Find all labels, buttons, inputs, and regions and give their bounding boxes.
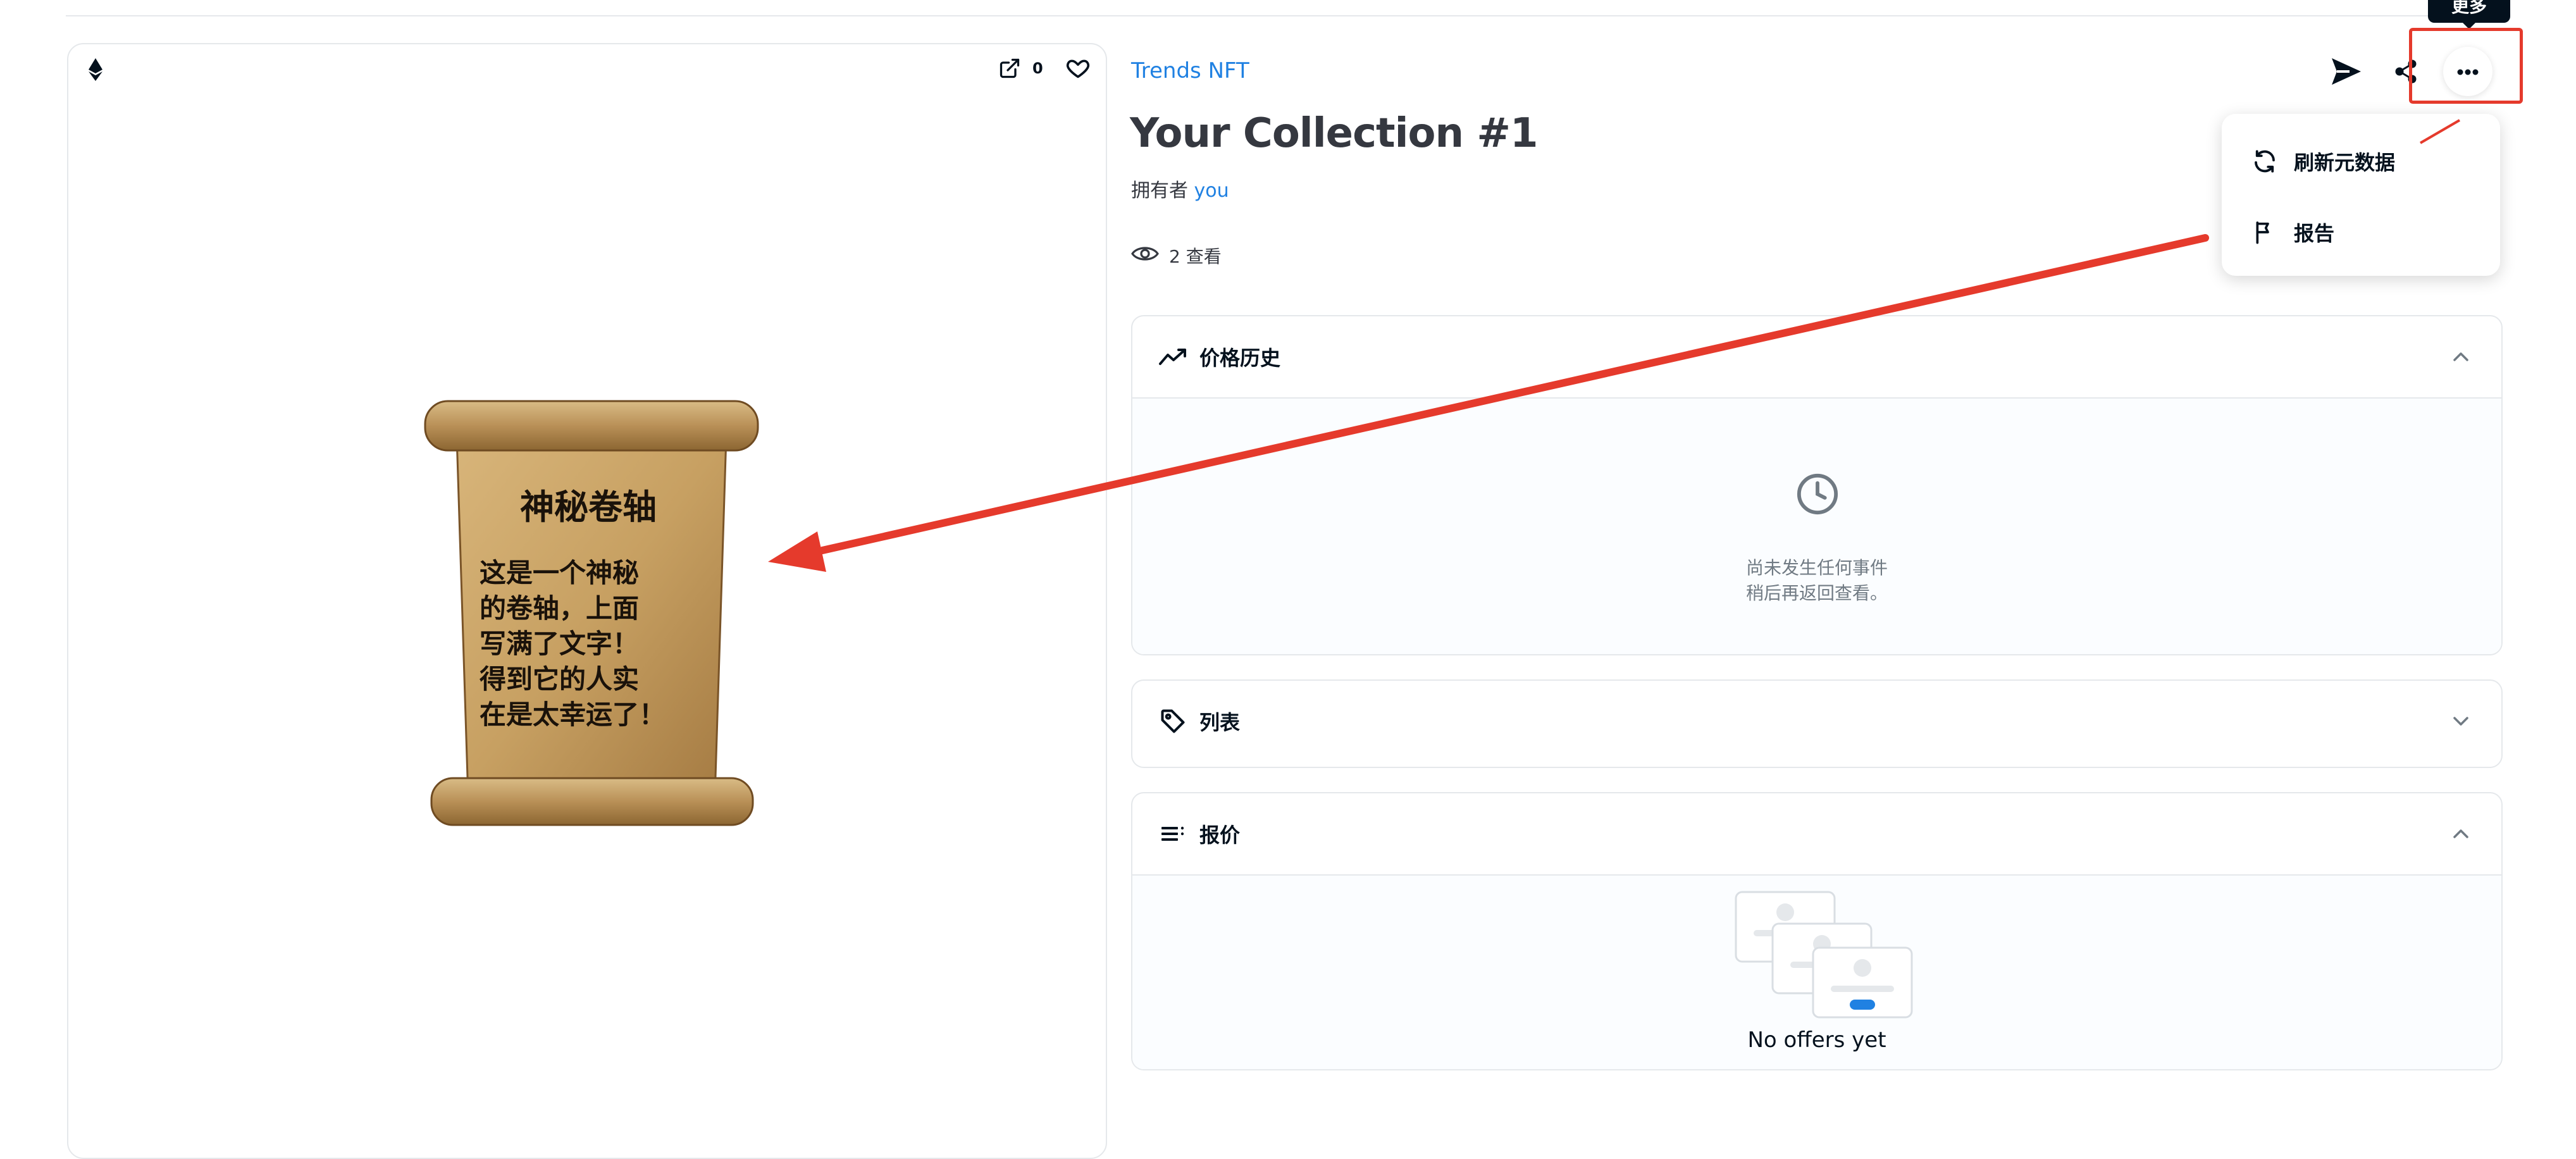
offers-label: 报价 <box>1199 823 1241 847</box>
top-divider <box>66 15 2510 16</box>
scroll-line: 写满了文字！ <box>480 628 639 659</box>
item-title: Your Collection #1 <box>1130 110 1538 157</box>
scroll-line: 在是太幸运了！ <box>480 699 666 730</box>
chevron-up-icon[interactable] <box>2448 821 2474 846</box>
send-icon[interactable] <box>2328 53 2365 90</box>
collection-link[interactable]: Trends NFT <box>1131 58 1249 84</box>
ethereum-icon <box>86 57 105 82</box>
views-label: 2 查看 <box>1169 246 1222 267</box>
owner-link[interactable]: you <box>1194 180 1229 202</box>
menu-item-refresh-metadata[interactable]: 刷新元数据 <box>2222 127 2500 196</box>
more-tooltip: 更多 <box>2428 0 2510 29</box>
annotation-highlight-box <box>2409 28 2523 104</box>
menu-item-label: 报告 <box>2294 221 2335 245</box>
scroll-line: 这是一个神秘 <box>480 557 639 588</box>
offers-body: No offers yet <box>1132 874 2501 1069</box>
scroll-line: 得到它的人实 <box>480 664 639 695</box>
price-history-header[interactable]: 价格历史 <box>1132 316 2501 397</box>
clock-icon <box>1795 472 1840 516</box>
offers-panel: 报价 No offers yet <box>1131 792 2503 1070</box>
flag-icon <box>2251 218 2279 246</box>
listings-panel: 列表 <box>1131 679 2503 768</box>
chevron-down-icon[interactable] <box>2448 709 2474 734</box>
views-count: 2 查看 <box>1131 243 1222 268</box>
chevron-up-icon[interactable] <box>2448 344 2474 369</box>
nft-scroll-image: 神秘卷轴 这是一个神秘 的卷轴，上面 写满了文字！ 得到它的人实 在是太幸运了！ <box>418 392 765 835</box>
no-offers-text: No offers yet <box>1747 1027 1886 1053</box>
trending-line-icon <box>1158 342 1188 372</box>
owner-line: 拥有者 you <box>1131 175 1229 202</box>
empty-offers-illustration <box>1733 889 1917 1022</box>
empty-events-subtitle: 稍后再返回查看。 <box>1745 583 1888 604</box>
more-menu: 刷新元数据 报告 <box>2222 114 2500 276</box>
menu-item-label: 刷新元数据 <box>2294 151 2396 175</box>
tag-icon <box>1158 706 1188 736</box>
favorite-heart-icon[interactable] <box>1065 56 1091 81</box>
price-history-label: 价格历史 <box>1199 346 1281 370</box>
empty-events-title: 尚未发生任何事件 <box>1745 557 1888 578</box>
price-history-panel: 价格历史 尚未发生任何事件 稍后再返回查看。 <box>1131 315 2503 655</box>
scroll-line: 的卷轴，上面 <box>480 593 639 624</box>
listings-label: 列表 <box>1199 710 1241 734</box>
listings-header[interactable]: 列表 <box>1132 681 2501 762</box>
owner-label: 拥有者 <box>1131 180 1188 202</box>
price-history-body: 尚未发生任何事件 稍后再返回查看。 <box>1132 397 2501 654</box>
scroll-title: 神秘卷轴 <box>520 487 657 527</box>
list-icon <box>1158 819 1188 849</box>
offers-header[interactable]: 报价 <box>1132 793 2501 874</box>
refresh-icon <box>2251 147 2279 175</box>
open-external-icon[interactable] <box>998 57 1021 80</box>
eye-icon <box>1131 244 1159 268</box>
menu-item-report[interactable]: 报告 <box>2222 197 2500 267</box>
favorites-count: 0 <box>1032 59 1043 77</box>
